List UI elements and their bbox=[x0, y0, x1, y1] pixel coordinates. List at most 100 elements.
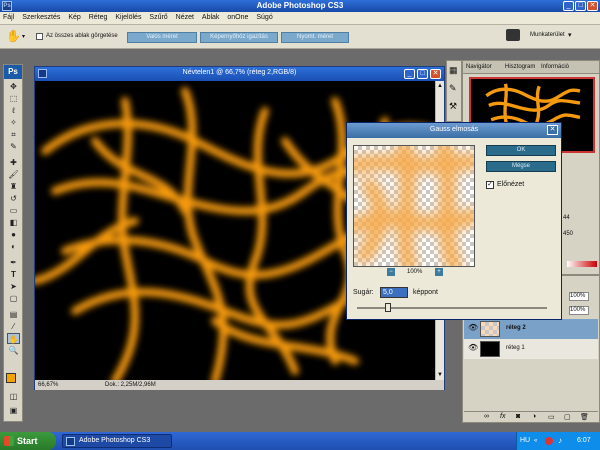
taskbar-photoshop-item[interactable]: Adobe Photoshop CS3 bbox=[62, 434, 172, 448]
magic-wand-tool-icon[interactable]: ✧ bbox=[7, 117, 20, 128]
radius-input[interactable]: 5,0 bbox=[380, 287, 408, 298]
opacity-value[interactable]: 100% bbox=[569, 292, 589, 301]
brushes-panel-icon[interactable]: ✎ bbox=[449, 83, 457, 94]
tray-arrow-icon[interactable]: « bbox=[534, 432, 537, 450]
healing-brush-tool-icon[interactable]: ✚ bbox=[7, 157, 20, 168]
menu-filter[interactable]: Szűrő bbox=[146, 12, 170, 21]
menu-layer[interactable]: Réteg bbox=[86, 12, 111, 21]
eye-icon[interactable]: 👁 bbox=[468, 343, 478, 352]
pen-tool-icon[interactable]: ✒ bbox=[7, 257, 20, 268]
tab-navigator[interactable]: Navigátor bbox=[466, 64, 492, 70]
info-panel-icon[interactable]: ▦ bbox=[449, 65, 458, 76]
notes-tool-icon[interactable]: ▤ bbox=[7, 309, 20, 320]
zoom-tool-icon[interactable]: 🔍 bbox=[7, 345, 20, 356]
blur-preview-image bbox=[354, 146, 474, 266]
layer-style-icon[interactable]: fx bbox=[500, 413, 505, 420]
new-group-icon[interactable]: ▭ bbox=[548, 413, 555, 421]
close-button[interactable]: ✕ bbox=[587, 1, 598, 11]
hand-tool-icon[interactable]: ✋ bbox=[7, 333, 20, 344]
fill-value[interactable]: 100% bbox=[569, 306, 589, 315]
move-tool-icon[interactable]: ✥ bbox=[7, 81, 20, 92]
menu-image[interactable]: Kép bbox=[65, 12, 83, 21]
lasso-tool-icon[interactable]: ℓ bbox=[7, 105, 20, 116]
doc-size-info: Dok.: 2,25M/2,96M bbox=[105, 382, 156, 388]
layer-name: réteg 2 bbox=[506, 325, 526, 331]
start-label: Start bbox=[17, 436, 38, 446]
add-mask-icon[interactable]: ◙ bbox=[516, 413, 520, 420]
doc-maximize-button[interactable]: □ bbox=[417, 69, 428, 79]
scroll-down-icon[interactable]: ▼ bbox=[437, 372, 443, 378]
print-size-button[interactable]: Nyomt. méret bbox=[281, 32, 349, 43]
zoom-out-button[interactable]: − bbox=[387, 268, 395, 276]
clock[interactable]: 6:07 bbox=[577, 432, 591, 450]
zoom-in-button[interactable]: + bbox=[435, 268, 443, 276]
title-bar: Ps Adobe Photoshop CS3 _ □ ✕ bbox=[0, 0, 600, 12]
crop-tool-icon[interactable]: ⌗ bbox=[7, 129, 20, 140]
panel-icon-strip: ▦ ✎ ⚒ bbox=[446, 60, 462, 122]
eye-icon[interactable]: 👁 bbox=[468, 323, 478, 332]
slice-tool-icon[interactable]: ✎ bbox=[7, 141, 20, 152]
shape-tool-icon[interactable]: ▢ bbox=[7, 293, 20, 304]
doc-close-button[interactable]: ✕ bbox=[430, 69, 441, 79]
layer-row[interactable]: 👁 réteg 1 bbox=[464, 339, 598, 359]
maximize-button[interactable]: □ bbox=[575, 1, 586, 11]
window-title: Adobe Photoshop CS3 bbox=[256, 1, 344, 10]
ok-button[interactable]: OK bbox=[486, 145, 556, 156]
language-indicator[interactable]: HU bbox=[520, 432, 530, 450]
brush-tool-icon[interactable]: 🖌 bbox=[7, 169, 20, 180]
blur-preview[interactable] bbox=[353, 145, 475, 267]
delete-layer-icon[interactable]: 🗑 bbox=[580, 413, 589, 421]
history-brush-tool-icon[interactable]: ↺ bbox=[7, 193, 20, 204]
preview-zoom: 100% bbox=[407, 269, 423, 275]
start-button[interactable]: Start bbox=[0, 432, 56, 450]
eraser-tool-icon[interactable]: ▭ bbox=[7, 205, 20, 216]
adjustment-layer-icon[interactable]: ◑ bbox=[532, 413, 536, 420]
radius-slider-handle[interactable] bbox=[385, 303, 391, 312]
menu-view[interactable]: Nézet bbox=[173, 12, 197, 21]
doc-minimize-button[interactable]: _ bbox=[404, 69, 415, 79]
menu-file[interactable]: Fájl bbox=[0, 12, 17, 21]
screen-mode-icon[interactable]: ▣ bbox=[7, 405, 20, 416]
cancel-button[interactable]: Mégse bbox=[486, 161, 556, 172]
info-value-1: 44 bbox=[563, 215, 570, 221]
tab-info[interactable]: Információ bbox=[541, 64, 569, 70]
options-bar: ✋ ▾ Az összes ablak görgetése Valós mére… bbox=[0, 25, 600, 49]
tool-preset-dropdown-icon[interactable]: ▾ bbox=[22, 33, 25, 40]
minimize-button[interactable]: _ bbox=[563, 1, 574, 11]
radius-label: Sugár: bbox=[353, 289, 374, 296]
tab-histogram[interactable]: Hisztogram bbox=[505, 64, 535, 70]
layer-row[interactable]: 👁 réteg 2 bbox=[464, 319, 598, 339]
volume-icon[interactable]: ♪ bbox=[558, 432, 562, 450]
scroll-all-checkbox[interactable] bbox=[36, 33, 43, 40]
gradient-tool-icon[interactable]: ◧ bbox=[7, 217, 20, 228]
system-tray: HU « ♪ 6:07 bbox=[516, 432, 600, 450]
workspace-menu[interactable]: Munkaterület bbox=[530, 32, 565, 38]
new-layer-icon[interactable]: ▢ bbox=[564, 413, 571, 421]
quick-mask-icon[interactable]: ◫ bbox=[7, 391, 20, 402]
zoom-readout[interactable]: 66,67% bbox=[38, 380, 58, 390]
eyedropper-tool-icon[interactable]: ⁄ bbox=[7, 321, 20, 332]
menu-window[interactable]: Ablak bbox=[199, 12, 223, 21]
actual-pixels-button[interactable]: Valós méret bbox=[127, 32, 197, 43]
tools-panel-icon[interactable]: ⚒ bbox=[449, 101, 457, 112]
workspace-dropdown-icon[interactable]: ▾ bbox=[568, 31, 572, 39]
marquee-tool-icon[interactable]: ⬚ bbox=[7, 93, 20, 104]
menu-edit[interactable]: Szerkesztés bbox=[19, 12, 63, 21]
fit-screen-button[interactable]: Képernyőhöz igazítás bbox=[200, 32, 278, 43]
menu-help[interactable]: Súgó bbox=[253, 12, 275, 21]
type-tool-icon[interactable]: T bbox=[7, 269, 20, 280]
link-layers-icon[interactable]: ∞ bbox=[484, 413, 489, 420]
foreground-color-swatch[interactable] bbox=[6, 373, 16, 383]
toolbox: Ps ✥ ⬚ ℓ ✧ ⌗ ✎ ✚ 🖌 ♜ ↺ ▭ ◧ ● ◐ ✒ T ➤ ▢ ▤… bbox=[3, 64, 23, 422]
hand-tool-icon[interactable]: ✋ bbox=[6, 29, 21, 43]
dialog-close-button[interactable]: ✕ bbox=[547, 125, 558, 135]
dodge-tool-icon[interactable]: ◐ bbox=[7, 241, 20, 252]
menu-select[interactable]: Kijelölés bbox=[112, 12, 144, 21]
menu-onone[interactable]: onOne bbox=[224, 12, 251, 21]
tray-icon[interactable] bbox=[545, 437, 553, 445]
scroll-up-icon[interactable]: ▲ bbox=[437, 83, 443, 89]
preview-checkbox[interactable]: ✓ bbox=[486, 181, 494, 189]
path-selection-tool-icon[interactable]: ➤ bbox=[7, 281, 20, 292]
stamp-tool-icon[interactable]: ♜ bbox=[7, 181, 20, 192]
blur-tool-icon[interactable]: ● bbox=[7, 229, 20, 240]
